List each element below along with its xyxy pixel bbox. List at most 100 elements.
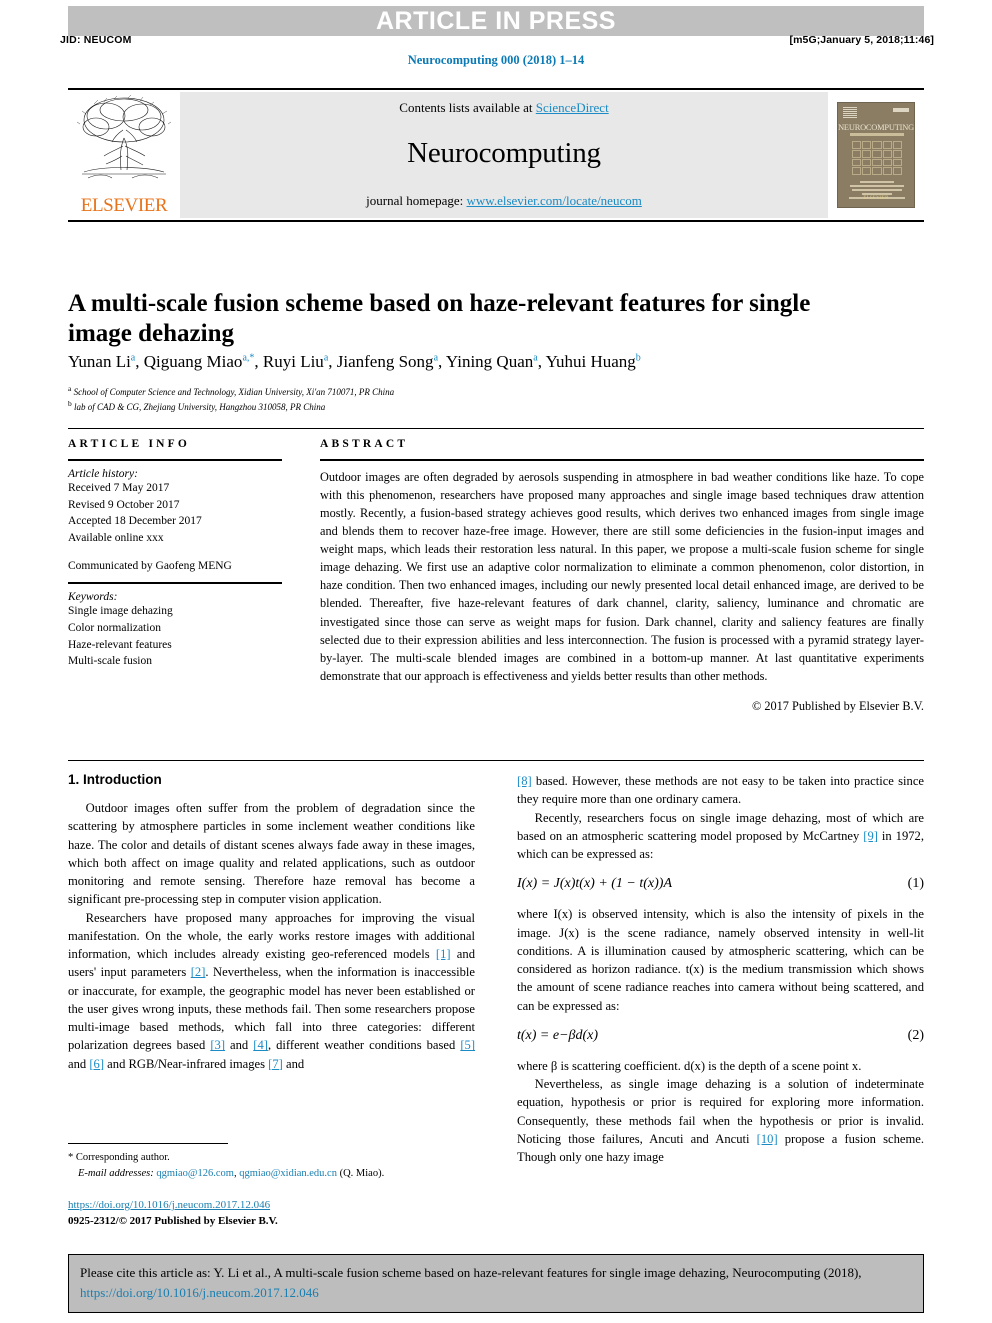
paper-page: ARTICLE IN PRESS JID: NEUCOM [m5G;Januar…	[0, 0, 992, 1323]
keyword-item: Single image dehazing	[68, 605, 173, 618]
section-heading-introduction: 1. Introduction	[68, 772, 162, 787]
contents-lists-line: Contents lists available at ScienceDirec…	[180, 100, 828, 116]
citation-ref-6[interactable]: [6]	[89, 1057, 104, 1071]
paragraph: where β is scattering coefficient. d(x) …	[517, 1058, 862, 1073]
elsevier-tree-icon	[76, 94, 172, 179]
equation-1: I(x) = J(x)t(x) + (1 − t(x))A (1)	[517, 876, 924, 892]
elsevier-logo: ELSEVIER	[68, 90, 180, 220]
corresponding-author-label: Corresponding author.	[75, 1152, 170, 1163]
journal-cover-thumbnail: NEUROCOMPUTING ELSEVIER	[828, 90, 924, 220]
doi-block: https://doi.org/10.1016/j.neucom.2017.12…	[68, 1198, 488, 1230]
citation-ref-7[interactable]: [7]	[268, 1057, 283, 1071]
history-revised: Revised 9 October 2017	[68, 498, 180, 511]
abstract-heading: ABSTRACT	[320, 438, 409, 450]
journal-title: Neurocomputing	[407, 137, 601, 169]
citation-ref-3[interactable]: [3]	[210, 1038, 225, 1052]
paragraph: Researchers have proposed many approache…	[68, 909, 475, 1073]
citation-ref-9[interactable]: [9]	[863, 829, 878, 843]
text-run: and RGB/Near-infrared images	[104, 1056, 269, 1071]
equation-1-number: (1)	[907, 876, 924, 892]
paragraph: Nevertheless, as single image dehazing i…	[517, 1075, 924, 1166]
affiliation-mark: b	[68, 399, 72, 409]
equation-2: t(x) = e−βd(x) (2)	[517, 1028, 924, 1044]
keywords-rule	[68, 582, 282, 585]
author-list: Yunan Lia, Qiguang Miaoa,*, Ruyi Liua, J…	[68, 352, 641, 371]
cover-barcode-icon	[843, 107, 857, 119]
text-run: and	[68, 1056, 90, 1071]
history-received: Received 7 May 2017	[68, 482, 170, 494]
citation-ref-1[interactable]: [1]	[436, 947, 451, 961]
journal-reference-line: Neurocomputing 000 (2018) 1–14	[407, 53, 585, 67]
info-abstract-region: ARTICLE INFO Article history: Received 7…	[68, 438, 924, 714]
article-history-label: Article history:	[68, 468, 138, 480]
history-accepted: Accepted 18 December 2017	[68, 515, 202, 528]
email-addresses-label: E-mail addresses:	[78, 1167, 154, 1179]
please-cite-box: Please cite this article as: Y. Li et al…	[68, 1254, 924, 1314]
email-note: E-mail addresses: qgmiao@126.com, qgmiao…	[68, 1166, 488, 1182]
production-stamp-label: [m5G;January 5, 2018;11:46]	[789, 34, 934, 46]
affiliation-mark: a	[68, 384, 72, 393]
email-link-1[interactable]: qgmiao@126.com	[156, 1168, 234, 1179]
cover-subtitle-bar	[850, 133, 904, 136]
journal-homepage-link[interactable]: www.elsevier.com/locate/neucom	[467, 193, 642, 208]
cover-journal-name: NEUROCOMPUTING	[838, 123, 914, 132]
affiliation-item: b lab of CAD & CG, Zhejiang University, …	[68, 399, 768, 414]
citation-ref-5[interactable]: [5]	[460, 1038, 475, 1052]
journal-masthead: ELSEVIER Contents lists available at Sci…	[68, 88, 924, 222]
email-owner-label: (Q. Miao).	[336, 1167, 385, 1179]
text-run: Researchers have proposed many approache…	[68, 910, 475, 962]
paragraph: Recently, researchers focus on single im…	[517, 809, 924, 864]
text-run: and	[225, 1038, 254, 1053]
citation-ref-10[interactable]: [10]	[757, 1132, 778, 1146]
issn-copyright-line: 0925-2312/© 2017 Published by Elsevier B…	[68, 1214, 278, 1227]
affiliation-text: lab of CAD & CG, Zhejiang University, Ha…	[74, 402, 326, 413]
keywords-label: Keywords:	[68, 591, 118, 604]
paragraph: where I(x) is observed intensity, which …	[517, 907, 924, 1013]
asterisk-icon: *	[68, 1152, 74, 1163]
citation-ref-4[interactable]: [4]	[253, 1038, 268, 1052]
affiliation-text: School of Computer Science and Technolog…	[73, 387, 395, 397]
doi-link[interactable]: https://doi.org/10.1016/j.neucom.2017.12…	[68, 1199, 270, 1211]
keyword-item: Multi-scale fusion	[68, 655, 152, 668]
cover-publisher-label: ELSEVIER	[863, 196, 889, 201]
elsevier-wordmark: ELSEVIER	[80, 195, 168, 216]
abstract-copyright: © 2017 Published by Elsevier B.V.	[751, 698, 924, 713]
body-columns: 1. Introduction Outdoor images often suf…	[68, 772, 924, 1166]
equation-2-number: (2)	[907, 1027, 924, 1043]
communicated-by: Communicated by Gaofeng MENG	[68, 559, 232, 572]
email-link-2[interactable]: qgmiao@xidian.edu.cn	[239, 1168, 337, 1179]
article-info-rule	[68, 459, 282, 461]
article-in-press-banner: ARTICLE IN PRESS	[68, 6, 924, 36]
contents-lists-prefix: Contents lists available at	[399, 100, 536, 115]
divider-above-body	[68, 760, 924, 761]
text-run: based. However, these methods are not ea…	[517, 774, 924, 807]
keyword-item: Haze-relevant features	[68, 638, 172, 651]
page-title: A multi-scale fusion scheme based on haz…	[68, 289, 811, 348]
text-run: , different weather conditions based	[267, 1038, 461, 1053]
affiliation-list: a School of Computer Science and Technol…	[68, 384, 768, 414]
masthead-center: Contents lists available at ScienceDirec…	[180, 92, 828, 218]
text-run: and	[282, 1056, 305, 1071]
cover-image: NEUROCOMPUTING ELSEVIER	[837, 102, 915, 208]
article-in-press-label: ARTICLE IN PRESS	[376, 7, 616, 35]
article-info-column: ARTICLE INFO Article history: Received 7…	[68, 438, 304, 714]
body-column-right: [8] based. However, these methods are no…	[517, 772, 924, 1166]
cover-issn-mark	[893, 108, 909, 112]
abstract-rule	[320, 459, 924, 461]
footnote-rule	[68, 1143, 228, 1144]
cover-grid-graphic	[852, 141, 902, 175]
citation-ref-2[interactable]: [2]	[191, 965, 206, 979]
body-column-left: 1. Introduction Outdoor images often suf…	[68, 772, 475, 1166]
journal-homepage-prefix: journal homepage:	[366, 193, 467, 208]
sciencedirect-link[interactable]: ScienceDirect	[536, 100, 609, 115]
please-cite-doi-link[interactable]: https://doi.org/10.1016/j.neucom.2017.12…	[80, 1285, 319, 1300]
paragraph: [8] based. However, these methods are no…	[517, 772, 924, 809]
please-cite-text: Please cite this article as: Y. Li et al…	[80, 1265, 862, 1280]
citation-ref-8[interactable]: [8]	[517, 774, 532, 788]
abstract-body: Outdoor images are often degraded by aer…	[320, 470, 924, 683]
paragraph: Outdoor images often suffer from the pro…	[68, 801, 475, 907]
divider-above-abstract	[68, 428, 924, 429]
journal-id-label: JID: NEUCOM	[60, 34, 132, 46]
article-info-heading: ARTICLE INFO	[68, 438, 191, 450]
